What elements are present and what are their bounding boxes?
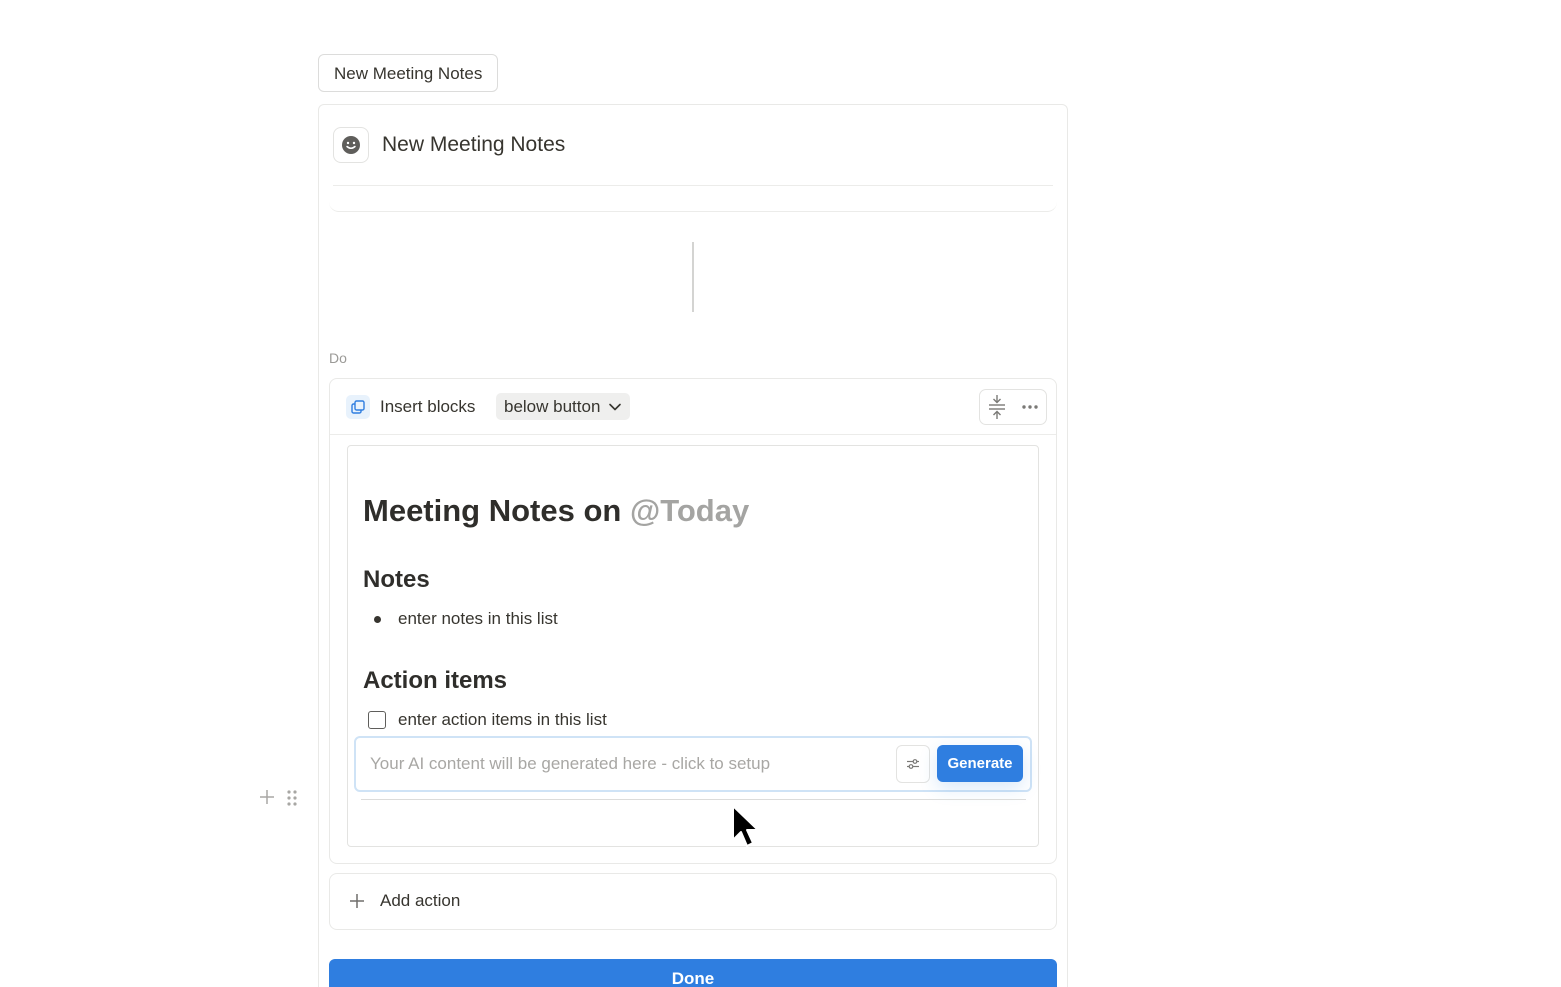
action-header-divider	[330, 434, 1056, 435]
do-section-label: Do	[329, 350, 347, 366]
button-name-chip[interactable]: New Meeting Notes	[318, 54, 499, 92]
automation-editor: New Meeting Notes New Meeting Notes Do I…	[0, 0, 1561, 987]
title-card	[329, 114, 1057, 212]
copy-blocks-icon	[346, 395, 370, 419]
action-items-heading[interactable]: Action items	[363, 666, 507, 696]
action-type-label: Insert blocks	[380, 397, 476, 416]
position-dropdown[interactable]: below button	[496, 393, 631, 420]
more-icon[interactable]	[1021, 404, 1039, 410]
generate-button[interactable]: Generate	[937, 745, 1023, 782]
template-heading[interactable]: Meeting Notes on @Today	[363, 492, 749, 530]
ai-settings-button[interactable]	[896, 745, 930, 783]
collapse-icon[interactable]	[987, 394, 1007, 420]
emoji-picker-button[interactable]	[333, 127, 369, 163]
position-dropdown-value: below button	[504, 396, 601, 416]
notes-heading[interactable]: Notes	[363, 565, 430, 595]
done-button[interactable]: Done	[329, 959, 1057, 987]
mouse-cursor-icon	[732, 805, 759, 847]
smiley-face-icon	[342, 136, 360, 154]
title-divider	[333, 185, 1053, 186]
add-action-label[interactable]: Add action	[380, 890, 460, 912]
flow-connector	[692, 242, 694, 312]
plus-icon	[350, 894, 364, 908]
notes-list-item[interactable]: enter notes in this list	[398, 608, 558, 630]
template-heading-text: Meeting Notes on	[363, 493, 622, 528]
ai-block-placeholder[interactable]: Your AI content will be generated here -…	[370, 753, 770, 775]
date-mention[interactable]: @Today	[630, 493, 749, 528]
chevron-down-icon	[609, 403, 622, 410]
action-item-text[interactable]: enter action items in this list	[398, 709, 607, 731]
ai-block-divider	[361, 799, 1026, 800]
action-toolbar	[979, 389, 1047, 425]
drag-handle-icon[interactable]	[286, 789, 298, 807]
todo-checkbox[interactable]	[368, 711, 386, 729]
sliders-icon	[907, 759, 919, 769]
bullet-icon	[374, 616, 381, 623]
button-title-input[interactable]: New Meeting Notes	[382, 130, 565, 160]
add-block-icon[interactable]	[258, 788, 276, 806]
